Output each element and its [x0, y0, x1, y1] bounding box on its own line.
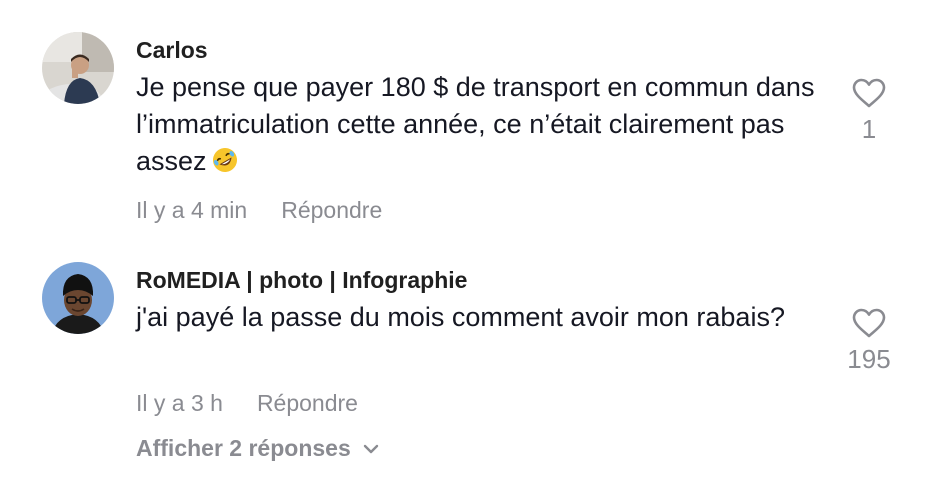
comment-username[interactable]: RoMEDIA | photo | Infographie — [136, 267, 467, 294]
like-button[interactable]: 1 — [840, 78, 898, 145]
chevron-down-icon — [363, 444, 378, 453]
avatar[interactable] — [42, 32, 114, 104]
comment-text: Je pense que payer 180 $ de transport en… — [136, 69, 826, 184]
like-button[interactable]: 195 — [840, 308, 898, 375]
comment-timestamp: Il y a 4 min — [136, 197, 248, 223]
show-replies-label: Afficher 2 réponses — [136, 435, 351, 461]
avatar[interactable] — [42, 262, 114, 334]
comment-text: j'ai payé la passe du mois comment avoir… — [136, 302, 785, 332]
like-count: 195 — [847, 344, 891, 374]
heart-outline-icon — [852, 78, 886, 108]
reply-button[interactable]: Répondre — [281, 197, 382, 223]
comment-username[interactable]: Carlos — [136, 37, 208, 64]
comment-timestamp: Il y a 3 h — [136, 390, 223, 416]
comment-meta: Il y a 4 min Répondre — [136, 197, 382, 224]
heart-outline-icon — [852, 308, 886, 338]
comment-meta: Il y a 3 h Répondre — [136, 390, 358, 417]
like-count: 1 — [861, 114, 877, 144]
show-replies-button[interactable]: Afficher 2 réponses — [136, 435, 379, 462]
rolling-on-floor-laughing-emoji — [211, 146, 239, 184]
reply-button[interactable]: Répondre — [257, 390, 358, 416]
